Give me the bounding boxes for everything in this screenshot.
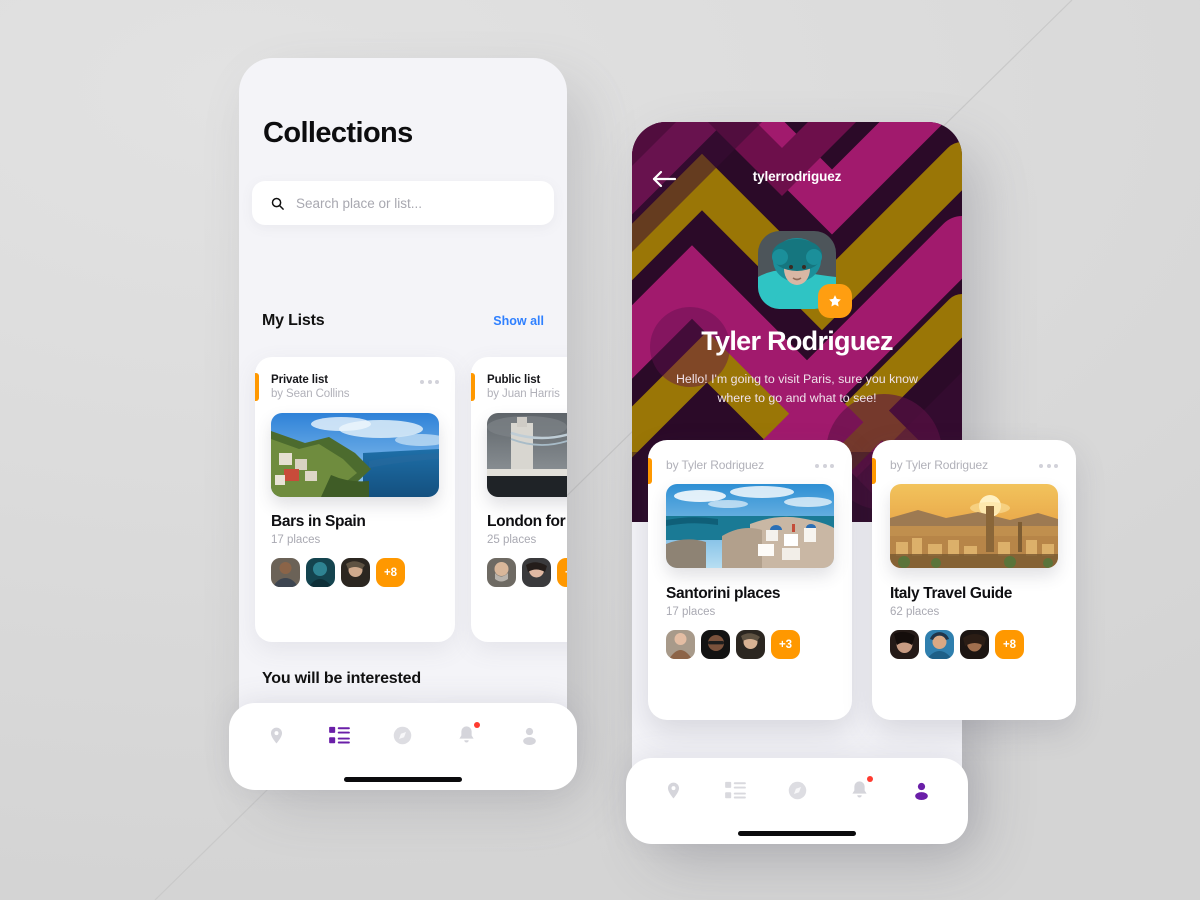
bell-icon <box>459 726 474 743</box>
avatar[interactable] <box>487 558 516 587</box>
sidebar-item-notifications[interactable] <box>842 773 876 807</box>
avatar[interactable] <box>736 630 765 659</box>
profile-name: Tyler Rodriguez <box>701 326 893 356</box>
list-icon <box>724 781 746 798</box>
my-lists-header: My Lists Show all <box>262 312 544 330</box>
list-card[interactable]: by Tyler Rodriguez <box>648 440 852 720</box>
profile-handle: tylerrodriguez <box>752 169 842 184</box>
sidebar-item-places[interactable] <box>656 773 690 807</box>
avatar[interactable] <box>522 558 551 587</box>
avatar[interactable] <box>890 630 919 659</box>
sidebar-item-profile[interactable] <box>904 773 938 807</box>
interested-section-label: You will be interested <box>262 670 421 687</box>
card-accent-bar <box>648 458 652 484</box>
list-card[interactable]: Public list by Juan Harris London for 25… <box>471 357 567 642</box>
avatar[interactable] <box>925 630 954 659</box>
bottom-navigation-bar[interactable] <box>626 758 968 844</box>
list-place-count: 25 places <box>487 534 537 546</box>
phone-collections-screen: Collections Search place or list... My L… <box>239 58 567 780</box>
person-icon <box>523 727 536 745</box>
compass-icon <box>788 781 806 799</box>
list-visibility: Public list <box>487 374 541 386</box>
list-name: Santorini places <box>666 585 781 602</box>
list-cover-image <box>666 484 834 568</box>
notification-badge-dot <box>867 776 873 782</box>
map-pin-icon <box>667 782 679 798</box>
home-indicator <box>626 822 968 844</box>
person-icon <box>914 782 928 800</box>
home-indicator <box>229 768 577 790</box>
avatar-overflow-count[interactable]: +8 <box>995 630 1024 659</box>
show-all-link[interactable]: Show all <box>493 314 544 328</box>
list-author: by Sean Collins <box>271 388 350 400</box>
my-lists-carousel[interactable]: Private list by Sean Collins Bars in Spa… <box>255 357 567 642</box>
card-accent-bar <box>872 458 876 484</box>
my-lists-label: My Lists <box>262 312 325 329</box>
member-avatars[interactable]: +3 <box>666 630 834 659</box>
list-name: London for a week <box>487 513 567 530</box>
avatar-overflow-count[interactable]: +8 <box>376 558 405 587</box>
member-avatars[interactable]: +8 <box>271 558 439 587</box>
search-icon <box>271 197 284 210</box>
list-place-count: 17 places <box>666 606 716 618</box>
list-visibility: Private list <box>271 374 328 386</box>
sidebar-item-profile[interactable] <box>512 719 546 753</box>
sidebar-item-collections[interactable] <box>323 719 357 753</box>
star-badge <box>818 284 852 318</box>
avatar[interactable] <box>271 558 300 587</box>
avatar-overflow-count[interactable]: +3 <box>771 630 800 659</box>
page-title: Collections <box>263 117 413 149</box>
list-author: by Tyler Rodriguez <box>890 458 989 472</box>
avatar[interactable] <box>960 630 989 659</box>
search-input[interactable]: Search place or list... <box>252 181 554 225</box>
compass-icon <box>394 726 412 745</box>
list-cover-image <box>271 413 439 497</box>
list-card[interactable]: by Tyler Rodriguez <box>872 440 1076 720</box>
member-avatars[interactable]: +4 <box>487 558 567 587</box>
avatar[interactable] <box>666 630 695 659</box>
list-author: by Juan Harris <box>487 388 560 400</box>
search-placeholder: Search place or list... <box>296 195 423 211</box>
list-author: by Tyler Rodriguez <box>666 458 765 472</box>
sidebar-item-notifications[interactable] <box>449 719 483 753</box>
list-cover-image <box>890 484 1058 568</box>
more-options-icon[interactable] <box>1039 458 1058 468</box>
bottom-navigation-bar[interactable] <box>229 703 577 790</box>
map-pin-icon <box>271 727 283 744</box>
avatar[interactable] <box>341 558 370 587</box>
avatar[interactable] <box>306 558 335 587</box>
sidebar-item-explore[interactable] <box>780 773 814 807</box>
list-cover-image <box>487 413 567 497</box>
member-avatars[interactable]: +8 <box>890 630 1058 659</box>
more-options-icon[interactable] <box>815 458 834 468</box>
avatar-overflow-count[interactable]: +4 <box>557 558 567 587</box>
more-options-icon[interactable] <box>420 374 439 384</box>
notification-badge-dot <box>474 721 481 728</box>
list-icon <box>329 726 351 744</box>
list-place-count: 17 places <box>271 534 321 546</box>
profile-bio: Hello! I'm going to visit Paris, sure yo… <box>675 372 919 406</box>
avatar-with-badge[interactable] <box>758 231 852 318</box>
sidebar-item-collections[interactable] <box>718 773 752 807</box>
list-name: Bars in Spain <box>271 513 366 530</box>
phone-profile-screen: tylerrodriguez Tyler Rodriguez Hello! I'… <box>632 122 1076 836</box>
star-icon <box>829 295 841 307</box>
sidebar-item-explore[interactable] <box>386 719 420 753</box>
avatar[interactable] <box>701 630 730 659</box>
list-place-count: 62 places <box>890 606 940 618</box>
list-card[interactable]: Private list by Sean Collins Bars in Spa… <box>255 357 455 642</box>
list-name: Italy Travel Guide <box>890 585 1013 602</box>
bell-icon <box>851 780 867 797</box>
sidebar-item-places[interactable] <box>260 719 294 753</box>
card-accent-bar <box>471 373 475 401</box>
card-accent-bar <box>255 373 259 401</box>
